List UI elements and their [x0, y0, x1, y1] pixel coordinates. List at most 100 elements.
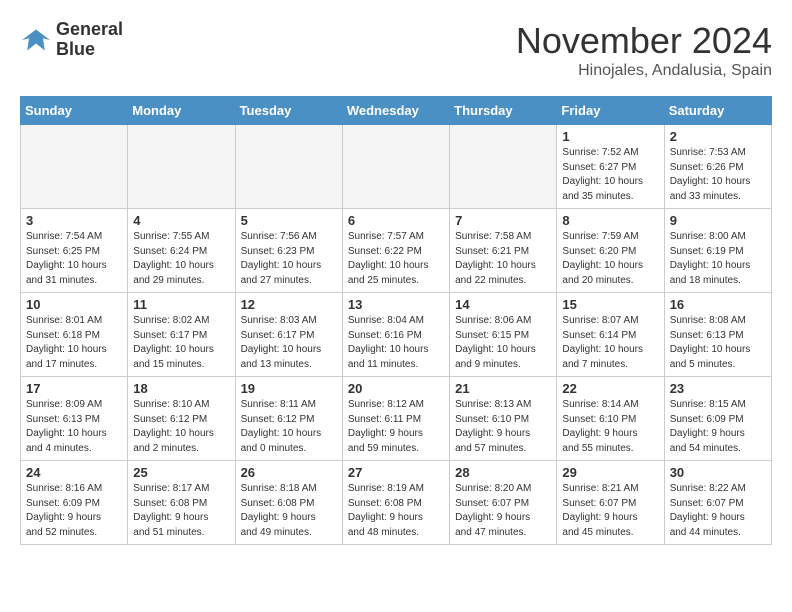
- calendar-week-2: 3 Sunrise: 7:54 AM Sunset: 6:25 PM Daylig…: [21, 209, 772, 293]
- weekday-header-tuesday: Tuesday: [235, 97, 342, 125]
- calendar-cell: 10Sunrise: 8:01 AM Sunset: 6:18 PM Dayli…: [21, 293, 128, 377]
- calendar-cell: 16 Sunrise: 8:08 AM Sunset: 6:13 PM Dayli…: [664, 293, 771, 377]
- day-number: 3: [26, 213, 122, 228]
- weekday-header-friday: Friday: [557, 97, 664, 125]
- day-number: 4: [133, 213, 229, 228]
- day-number: 6: [348, 213, 444, 228]
- day-info: Sunrise: 8:00 AM Sunset: 6:19 PM Dayligh…: [670, 230, 766, 288]
- day-info: Sunrise: 7:58 AM Sunset: 6:21 PM Dayligh…: [455, 230, 551, 288]
- calendar-cell: 9 Sunrise: 8:00 AM Sunset: 6:19 PM Daylig…: [664, 209, 771, 293]
- day-info: Sunrise: 8:14 AM Sunset: 6:10 PM Dayligh…: [562, 398, 658, 456]
- calendar-cell: 28Sunrise: 8:20 AM Sunset: 6:07 PM Dayli…: [450, 461, 557, 545]
- day-number: 20: [348, 381, 444, 396]
- day-info: Sunrise: 8:18 AM Sunset: 6:08 PM Dayligh…: [241, 482, 337, 540]
- day-number: 22: [562, 381, 658, 396]
- day-number: 2: [670, 129, 766, 144]
- month-title: November 2024: [516, 20, 772, 62]
- day-info: Sunrise: 8:16 AM Sunset: 6:09 PM Dayligh…: [26, 482, 122, 540]
- day-number: 21: [455, 381, 551, 396]
- day-number: 26: [241, 465, 337, 480]
- calendar-cell: 4 Sunrise: 7:55 AM Sunset: 6:24 PM Daylig…: [128, 209, 235, 293]
- day-number: 30: [670, 465, 766, 480]
- day-info: Sunrise: 8:06 AM Sunset: 6:15 PM Dayligh…: [455, 314, 551, 372]
- calendar-cell: 24 Sunrise: 8:16 AM Sunset: 6:09 PM Dayli…: [21, 461, 128, 545]
- calendar-cell: 5Sunrise: 7:56 AM Sunset: 6:23 PM Daylig…: [235, 209, 342, 293]
- calendar-cell: 8 Sunrise: 7:59 AM Sunset: 6:20 PM Daylig…: [557, 209, 664, 293]
- day-info: Sunrise: 8:02 AM Sunset: 6:17 PM Dayligh…: [133, 314, 229, 372]
- weekday-header-row: SundayMondayTuesdayWednesdayThursdayFrid…: [21, 97, 772, 125]
- calendar-cell: 7 Sunrise: 7:58 AM Sunset: 6:21 PM Daylig…: [450, 209, 557, 293]
- day-info: Sunrise: 8:01 AM Sunset: 6:18 PM Dayligh…: [26, 314, 122, 372]
- day-info: Sunrise: 7:52 AM Sunset: 6:27 PM Dayligh…: [562, 146, 658, 204]
- calendar-cell: 3 Sunrise: 7:54 AM Sunset: 6:25 PM Daylig…: [21, 209, 128, 293]
- day-info: Sunrise: 8:08 AM Sunset: 6:13 PM Dayligh…: [670, 314, 766, 372]
- day-number: 18: [133, 381, 229, 396]
- calendar-cell: 22 Sunrise: 8:14 AM Sunset: 6:10 PM Dayli…: [557, 377, 664, 461]
- weekday-header-wednesday: Wednesday: [342, 97, 449, 125]
- calendar-cell: 18 Sunrise: 8:10 AM Sunset: 6:12 PM Dayli…: [128, 377, 235, 461]
- calendar-cell: 2 Sunrise: 7:53 AM Sunset: 6:26 PM Daylig…: [664, 125, 771, 209]
- day-number: 8: [562, 213, 658, 228]
- calendar-cell: [342, 125, 449, 209]
- calendar-cell: 19 Sunrise: 8:11 AM Sunset: 6:12 PM Dayli…: [235, 377, 342, 461]
- calendar-cell: 15 Sunrise: 8:07 AM Sunset: 6:14 PM Dayli…: [557, 293, 664, 377]
- calendar-cell: 12Sunrise: 8:03 AM Sunset: 6:17 PM Dayli…: [235, 293, 342, 377]
- calendar-cell: 17 Sunrise: 8:09 AM Sunset: 6:13 PM Dayli…: [21, 377, 128, 461]
- logo-text: General Blue: [56, 20, 123, 60]
- calendar-cell: [128, 125, 235, 209]
- day-number: 15: [562, 297, 658, 312]
- calendar-week-1: 1 Sunrise: 7:52 AM Sunset: 6:27 PM Daylig…: [21, 125, 772, 209]
- day-number: 24: [26, 465, 122, 480]
- weekday-header-monday: Monday: [128, 97, 235, 125]
- calendar-table: SundayMondayTuesdayWednesdayThursdayFrid…: [20, 96, 772, 545]
- calendar-cell: 26 Sunrise: 8:18 AM Sunset: 6:08 PM Dayli…: [235, 461, 342, 545]
- location: Hinojales, Andalusia, Spain: [516, 62, 772, 80]
- day-info: Sunrise: 8:21 AM Sunset: 6:07 PM Dayligh…: [562, 482, 658, 540]
- title-block: November 2024 Hinojales, Andalusia, Spai…: [516, 20, 772, 80]
- calendar-cell: 23Sunrise: 8:15 AM Sunset: 6:09 PM Dayli…: [664, 377, 771, 461]
- weekday-header-saturday: Saturday: [664, 97, 771, 125]
- day-number: 23: [670, 381, 766, 396]
- calendar-cell: 27 Sunrise: 8:19 AM Sunset: 6:08 PM Dayli…: [342, 461, 449, 545]
- day-info: Sunrise: 8:07 AM Sunset: 6:14 PM Dayligh…: [562, 314, 658, 372]
- day-info: Sunrise: 8:19 AM Sunset: 6:08 PM Dayligh…: [348, 482, 444, 540]
- day-number: 13: [348, 297, 444, 312]
- day-number: 1: [562, 129, 658, 144]
- calendar-cell: [450, 125, 557, 209]
- day-info: Sunrise: 7:57 AM Sunset: 6:22 PM Dayligh…: [348, 230, 444, 288]
- day-number: 25: [133, 465, 229, 480]
- day-info: Sunrise: 7:59 AM Sunset: 6:20 PM Dayligh…: [562, 230, 658, 288]
- calendar-cell: 30 Sunrise: 8:22 AM Sunset: 6:07 PM Dayli…: [664, 461, 771, 545]
- day-info: Sunrise: 8:04 AM Sunset: 6:16 PM Dayligh…: [348, 314, 444, 372]
- day-number: 19: [241, 381, 337, 396]
- calendar-cell: [235, 125, 342, 209]
- day-number: 27: [348, 465, 444, 480]
- day-number: 7: [455, 213, 551, 228]
- day-info: Sunrise: 8:22 AM Sunset: 6:07 PM Dayligh…: [670, 482, 766, 540]
- calendar-week-3: 10Sunrise: 8:01 AM Sunset: 6:18 PM Dayli…: [21, 293, 772, 377]
- calendar-week-5: 24 Sunrise: 8:16 AM Sunset: 6:09 PM Dayli…: [21, 461, 772, 545]
- page-header: General Blue November 2024 Hinojales, An…: [20, 20, 772, 80]
- calendar-cell: 20Sunrise: 8:12 AM Sunset: 6:11 PM Dayli…: [342, 377, 449, 461]
- day-info: Sunrise: 8:09 AM Sunset: 6:13 PM Dayligh…: [26, 398, 122, 456]
- day-info: Sunrise: 7:53 AM Sunset: 6:26 PM Dayligh…: [670, 146, 766, 204]
- day-number: 11: [133, 297, 229, 312]
- day-info: Sunrise: 7:54 AM Sunset: 6:25 PM Dayligh…: [26, 230, 122, 288]
- day-info: Sunrise: 8:03 AM Sunset: 6:17 PM Dayligh…: [241, 314, 337, 372]
- calendar-cell: 25Sunrise: 8:17 AM Sunset: 6:08 PM Dayli…: [128, 461, 235, 545]
- calendar-cell: 29 Sunrise: 8:21 AM Sunset: 6:07 PM Dayli…: [557, 461, 664, 545]
- day-info: Sunrise: 7:56 AM Sunset: 6:23 PM Dayligh…: [241, 230, 337, 288]
- calendar-week-4: 17 Sunrise: 8:09 AM Sunset: 6:13 PM Dayli…: [21, 377, 772, 461]
- calendar-cell: 1 Sunrise: 7:52 AM Sunset: 6:27 PM Daylig…: [557, 125, 664, 209]
- logo: General Blue: [20, 20, 123, 60]
- calendar-cell: 21 Sunrise: 8:13 AM Sunset: 6:10 PM Dayli…: [450, 377, 557, 461]
- day-info: Sunrise: 8:11 AM Sunset: 6:12 PM Dayligh…: [241, 398, 337, 456]
- day-info: Sunrise: 8:10 AM Sunset: 6:12 PM Dayligh…: [133, 398, 229, 456]
- day-number: 29: [562, 465, 658, 480]
- day-info: Sunrise: 8:13 AM Sunset: 6:10 PM Dayligh…: [455, 398, 551, 456]
- day-info: Sunrise: 7:55 AM Sunset: 6:24 PM Dayligh…: [133, 230, 229, 288]
- day-number: 17: [26, 381, 122, 396]
- day-number: 9: [670, 213, 766, 228]
- day-number: 16: [670, 297, 766, 312]
- weekday-header-sunday: Sunday: [21, 97, 128, 125]
